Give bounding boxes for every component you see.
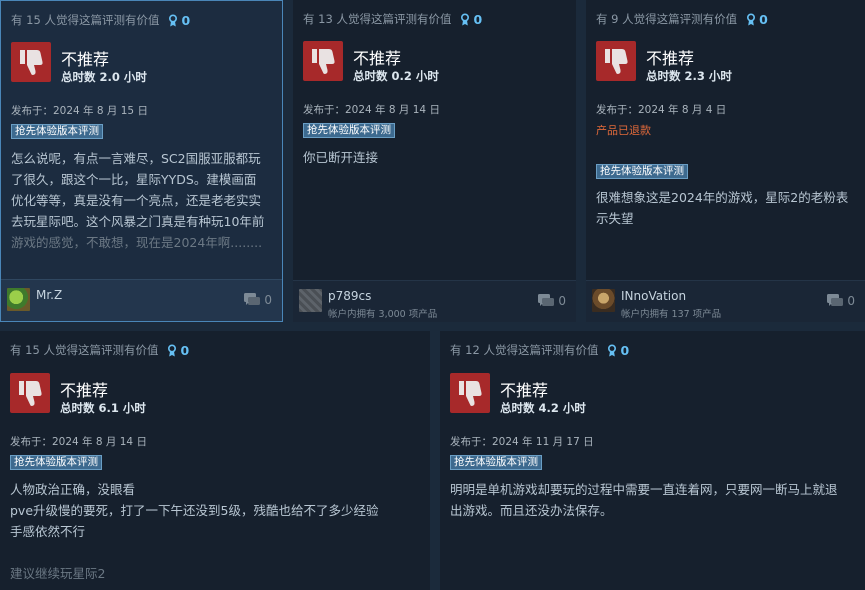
review-footer: p789cs 帐户内拥有 3,000 项产品 0 <box>293 280 576 322</box>
helpful-text: 有 12 人觉得这篇评测有价值 <box>450 343 599 357</box>
posted-date: 发布于：2024 年 8 月 14 日 <box>10 436 147 448</box>
helpful-count: 有 9 人觉得这篇评测有价值 0 <box>596 11 768 27</box>
award-count: 0 <box>620 342 630 358</box>
review-verdict[interactable]: 不推荐 <box>61 46 109 70</box>
review-line: 出游戏。而且还没办法保存。 <box>450 503 613 518</box>
posted-date: 发布于：2024 年 8 月 14 日 <box>303 104 440 116</box>
review-line: 游戏的感觉，不敢想，现在是2024年啊........ <box>11 235 263 250</box>
products-owned: 帐户内拥有 137 项产品 <box>621 309 722 320</box>
products-owned: 帐户内拥有 3,000 项产品 <box>328 309 438 320</box>
hours-played: 总时数 2.3 小时 <box>646 69 732 83</box>
comment-count: 0 <box>264 293 272 307</box>
review-body[interactable]: 明明是单机游戏却要玩的过程中需要一直连着网，只要网一断马上就退 出游戏。而且还没… <box>450 479 860 521</box>
award-count: 0 <box>181 12 191 28</box>
review-card[interactable]: 有 9 人觉得这篇评测有价值 0 不推荐 总时数 2.3 小时 发布于：2024… <box>586 0 865 322</box>
review-verdict[interactable]: 不推荐 <box>646 45 694 69</box>
award-button[interactable]: 0 <box>167 343 189 358</box>
hours-played: 总时数 4.2 小时 <box>500 401 586 415</box>
thumbs-down-icon <box>303 41 343 81</box>
reviewer-name[interactable]: INnoVation <box>621 289 686 303</box>
early-access-badge: 抢先体验版本评测 <box>596 164 688 179</box>
review-body[interactable]: 人物政治正确，没眼看 pve升级慢的要死，打了一下午还没到5级，残酷也给不了多少… <box>10 479 424 584</box>
thumbs-down-icon <box>596 41 636 81</box>
award-ribbon-icon <box>461 12 470 25</box>
review-footer: INnoVation 帐户内拥有 137 项产品 0 <box>586 280 865 322</box>
award-button[interactable]: 0 <box>746 12 768 27</box>
early-access-badge: 抢先体验版本评测 <box>10 455 102 470</box>
helpful-text: 有 15 人觉得这篇评测有价值 <box>10 343 159 357</box>
helpful-text: 有 13 人觉得这篇评测有价值 <box>303 12 452 26</box>
review-line: 明明是单机游戏却要玩的过程中需要一直连着网，只要网一断马上就退 <box>450 482 838 497</box>
comment-bubble-icon <box>538 294 555 306</box>
posted-date: 发布于：2024 年 8 月 15 日 <box>11 105 148 117</box>
review-line: 示失望 <box>596 211 634 226</box>
thumbs-down-icon <box>450 373 490 413</box>
review-line: 人物政治正确，没眼看 <box>10 482 136 497</box>
comment-bubble-icon <box>827 294 844 306</box>
review-line: 你已断开连接 <box>303 150 379 165</box>
review-line <box>10 542 424 563</box>
review-card[interactable]: 有 15 人觉得这篇评测有价值 0 不推荐 总时数 6.1 小时 发布于：202… <box>0 331 430 590</box>
comments-button[interactable]: 0 <box>244 293 272 307</box>
posted-date: 发布于：2024 年 8 月 4 日 <box>596 104 727 116</box>
review-line: 手感依然不行 <box>10 524 86 539</box>
award-count: 0 <box>473 11 483 27</box>
review-footer: Mr.Z 0 <box>1 279 282 321</box>
review-body[interactable]: 怎么说呢，有点一言难尽，SC2国服亚服都玩 了很久，跟这个一比，星际YYDS。建… <box>11 148 279 253</box>
comment-count: 0 <box>558 294 566 308</box>
award-button[interactable]: 0 <box>460 12 482 27</box>
reviewer-name[interactable]: Mr.Z <box>36 288 62 302</box>
review-line: 很难想象这是2024年的游戏，星际2的老粉表 <box>596 190 849 205</box>
comment-bubble-icon <box>244 293 261 305</box>
review-verdict[interactable]: 不推荐 <box>353 45 401 69</box>
award-button[interactable]: 0 <box>607 343 629 358</box>
award-ribbon-icon <box>608 343 617 356</box>
award-button[interactable]: 0 <box>168 13 190 28</box>
refunded-label: 产品已退款 <box>596 124 651 137</box>
avatar[interactable] <box>592 289 615 312</box>
thumbs-down-icon <box>10 373 50 413</box>
helpful-count: 有 15 人觉得这篇评测有价值 0 <box>11 12 190 28</box>
review-body[interactable]: 你已断开连接 <box>303 147 571 168</box>
review-line: 优化等等，真是没有一个亮点，还是老老实实 <box>11 193 262 208</box>
review-card[interactable]: 有 12 人觉得这篇评测有价值 0 不推荐 总时数 4.2 小时 发布于：202… <box>440 331 865 590</box>
early-access-badge: 抢先体验版本评测 <box>11 124 103 139</box>
award-ribbon-icon <box>169 13 178 26</box>
posted-date: 发布于：2024 年 11 月 17 日 <box>450 436 594 448</box>
review-line: pve升级慢的要死，打了一下午还没到5级，残酷也给不了多少经验 <box>10 503 379 518</box>
reviewer-name[interactable]: p789cs <box>328 289 371 303</box>
review-line: 建议继续玩星际2 <box>10 566 106 581</box>
award-ribbon-icon <box>747 12 756 25</box>
hours-played: 总时数 2.0 小时 <box>61 70 147 84</box>
helpful-count: 有 13 人觉得这篇评测有价值 0 <box>303 11 482 27</box>
helpful-text: 有 9 人觉得这篇评测有价值 <box>596 12 738 26</box>
hours-played: 总时数 0.2 小时 <box>353 69 439 83</box>
review-verdict[interactable]: 不推荐 <box>60 377 108 401</box>
comments-button[interactable]: 0 <box>827 294 855 308</box>
helpful-count: 有 12 人觉得这篇评测有价值 0 <box>450 342 629 358</box>
early-access-badge: 抢先体验版本评测 <box>303 123 395 138</box>
avatar[interactable] <box>299 289 322 312</box>
review-line: 了很久，跟这个一比，星际YYDS。建模画面 <box>11 172 257 187</box>
review-card[interactable]: 有 15 人觉得这篇评测有价值 0 不推荐 总时数 2.0 小时 发布于：202… <box>0 0 283 322</box>
review-verdict[interactable]: 不推荐 <box>500 377 548 401</box>
comment-count: 0 <box>847 294 855 308</box>
award-count: 0 <box>759 11 768 27</box>
review-body[interactable]: 很难想象这是2024年的游戏，星际2的老粉表 示失望 <box>596 187 860 229</box>
thumbs-down-icon <box>11 42 51 82</box>
review-line: 去玩星际吧。这个风暴之门真是有种玩10年前 <box>11 214 265 229</box>
early-access-badge: 抢先体验版本评测 <box>450 455 542 470</box>
review-card[interactable]: 有 13 人觉得这篇评测有价值 0 不推荐 总时数 0.2 小时 发布于：202… <box>293 0 576 322</box>
helpful-text: 有 15 人觉得这篇评测有价值 <box>11 13 160 27</box>
award-ribbon-icon <box>168 343 177 356</box>
avatar[interactable] <box>7 288 30 311</box>
helpful-count: 有 15 人觉得这篇评测有价值 0 <box>10 342 189 358</box>
hours-played: 总时数 6.1 小时 <box>60 401 146 415</box>
comments-button[interactable]: 0 <box>538 294 566 308</box>
review-line: 怎么说呢，有点一言难尽，SC2国服亚服都玩 <box>11 151 261 166</box>
award-count: 0 <box>180 342 190 358</box>
